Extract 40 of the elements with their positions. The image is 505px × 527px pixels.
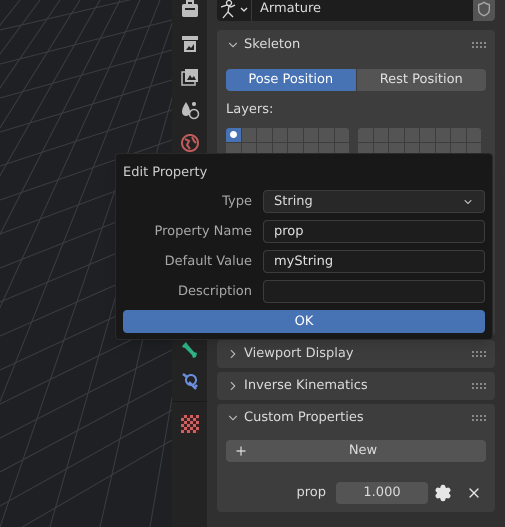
- bone-constraint-icon[interactable]: [180, 371, 200, 391]
- text-field[interactable]: prop: [263, 220, 485, 243]
- new-property-button[interactable]: New: [226, 440, 486, 462]
- checkerboard-icon[interactable]: [180, 414, 200, 434]
- field-label: Type: [221, 192, 253, 211]
- bone-icon[interactable]: [180, 340, 200, 360]
- property-value-field[interactable]: 1.000: [336, 482, 428, 504]
- drag-handle-icon[interactable]: [472, 42, 486, 48]
- panel-title: Inverse Kinematics: [244, 377, 369, 396]
- panel-header[interactable]: Skeleton: [226, 30, 486, 60]
- drop-and-clock-icon[interactable]: [180, 100, 200, 120]
- panel-title[interactable]: Custom Properties: [244, 408, 468, 428]
- field-label: Description: [176, 282, 253, 301]
- field-label: Property Name: [154, 222, 253, 241]
- layer-toggle[interactable]: [242, 128, 256, 142]
- drag-handle-icon[interactable]: [472, 351, 486, 357]
- text-field[interactable]: myString: [263, 250, 485, 273]
- fake-user-button[interactable]: [473, 0, 495, 21]
- settings-icon[interactable]: [434, 484, 452, 502]
- panel-title: Skeleton: [244, 36, 302, 54]
- dialog-title: Edit Property: [123, 164, 208, 182]
- layers-label: Layers:: [226, 101, 274, 119]
- drag-handle-icon[interactable]: [472, 383, 486, 389]
- panel-header[interactable]: Inverse Kinematics: [217, 372, 495, 400]
- drag-handle-icon[interactable]: [472, 415, 486, 421]
- type-dropdown[interactable]: String: [263, 190, 485, 213]
- image-stack-icon[interactable]: [180, 67, 200, 87]
- panel-header[interactable]: Viewport Display: [217, 340, 495, 368]
- globe-icon[interactable]: [180, 133, 200, 153]
- position-toggle-button[interactable]: Rest Position: [356, 69, 486, 91]
- ok-button[interactable]: OK: [123, 310, 485, 333]
- panel-title: Viewport Display: [244, 345, 355, 364]
- toolbox-icon[interactable]: [180, 0, 200, 20]
- plus-icon: [234, 444, 248, 458]
- text-field[interactable]: [263, 280, 485, 303]
- printer-icon[interactable]: [180, 34, 200, 54]
- position-toggle-button[interactable]: Pose Position: [226, 69, 356, 91]
- layer-toggle[interactable]: [226, 128, 240, 142]
- field-label: Default Value: [164, 252, 253, 271]
- property-name: prop: [295, 484, 327, 502]
